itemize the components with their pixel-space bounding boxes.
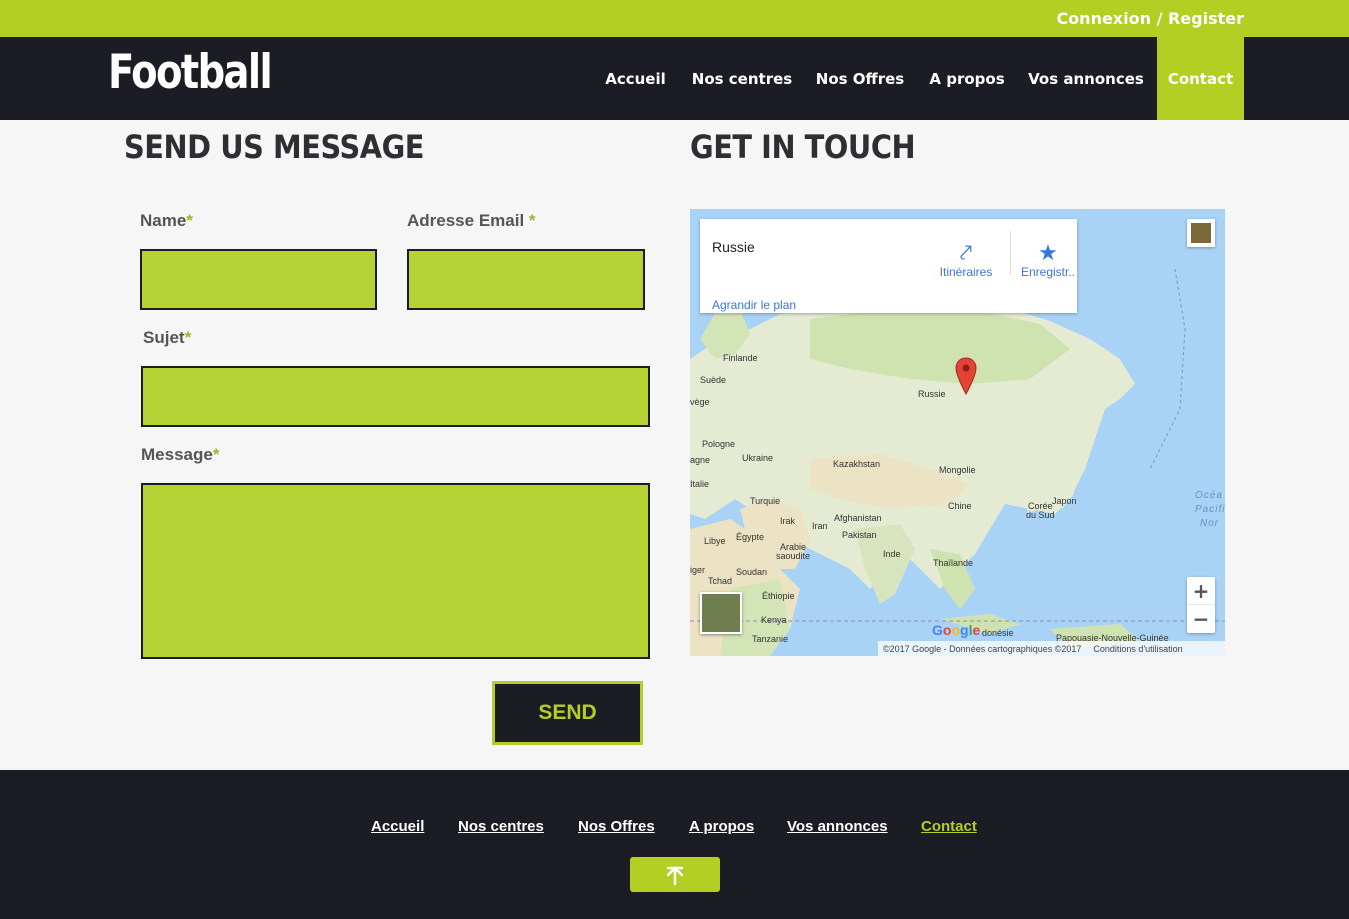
nav-item-vos-annonces[interactable]: Vos annonces [1024,37,1148,120]
map-label-thailande: Thaïlande [933,558,974,568]
map-label-russie: Russie [918,389,946,399]
map-label-suede: Suède [700,375,727,385]
map-label-iger: iger [690,565,706,575]
top-bar: Connexion / Register [0,0,1349,37]
map-label-afghanistan: Afghanistan [834,513,882,523]
message-textarea[interactable] [141,483,650,659]
map-label-italie: Italie [690,479,710,489]
login-register-link[interactable]: Connexion / Register [1056,9,1244,28]
map-label-ocean-3: Nor [1200,518,1220,529]
map-label-kazakhstan: Kazakhstan [833,459,881,469]
directions-icon: ⤤ [959,240,973,265]
map-label-coree: Corée du Sud [1026,501,1055,520]
nav-item-a-propos[interactable]: A propos [925,37,1009,120]
directions-button[interactable]: ⤤ Itinéraires [930,240,1002,280]
footer-link-accueil[interactable]: Accueil [371,818,424,835]
map-label-agne: agne [690,455,711,465]
back-to-top-button[interactable] [630,857,720,892]
map-label-pakistan: Pakistan [842,530,877,540]
nav-item-nos-offres[interactable]: Nos Offres [811,37,909,120]
site-logo[interactable]: Football [108,45,273,100]
google-map[interactable]: Finlande Suède vège Russie Pologne Ukrai… [690,209,1225,656]
map-label-finlande: Finlande [723,353,758,363]
map-label-ethiopie: Éthiopie [762,591,795,601]
map-label-tanzanie: Tanzanie [752,634,789,644]
main-navbar: Football Accueil Nos centres Nos Offres … [0,37,1349,120]
name-input[interactable] [140,249,377,310]
map-label-kenya: Kenya [761,615,787,625]
message-label: Message* [141,445,220,464]
arrow-up-icon [666,866,684,885]
map-attribution: ©2017 Google - Données cartographiques ©… [878,641,1225,656]
map-label-inde: Inde [883,549,901,559]
star-icon: ★ [1038,240,1058,265]
footer-link-nos-offres[interactable]: Nos Offres [578,818,655,835]
map-place-title: Russie [712,239,755,255]
map-label-egypte: Égypte [736,532,765,542]
name-label: Name* [140,211,193,230]
nav-item-nos-centres[interactable]: Nos centres [689,37,795,120]
nav-item-accueil[interactable]: Accueil [598,37,673,120]
zoom-out-button[interactable]: − [1187,605,1215,633]
satellite-toggle-thumbnail[interactable] [700,592,742,634]
footer-link-contact[interactable]: Contact [921,818,977,835]
street-view-thumbnail[interactable] [1187,219,1215,247]
map-label-ocean-2: Pacifi [1195,504,1225,515]
map-label-indonesie: donésie [982,628,1014,638]
nav-item-contact[interactable]: Contact [1157,37,1244,120]
map-label-arabie: Arabie saoudite [776,542,811,561]
map-label-ocean-1: Océa [1195,490,1223,501]
map-label-ukraine: Ukraine [742,453,774,463]
subject-input[interactable] [141,366,650,427]
map-label-libye: Libye [704,536,726,546]
map-info-card: Russie ⤤ Itinéraires ★ Enregistr.. Agran… [700,219,1077,313]
footer: Accueil Nos centres Nos Offres A propos … [0,770,1349,919]
map-marker-icon[interactable] [955,357,977,395]
form-section-title: SEND US MESSAGE [124,128,424,166]
google-logo: Google [932,622,981,638]
card-divider [1010,231,1011,275]
email-input[interactable] [407,249,645,310]
map-terms-link[interactable]: Conditions d'utilisation [1093,644,1182,654]
map-label-mongolie: Mongolie [939,465,976,475]
map-label-vege: vège [690,397,710,407]
map-label-pologne: Pologne [702,439,736,449]
send-button[interactable]: SEND [492,681,643,745]
save-place-button[interactable]: ★ Enregistr.. [1012,240,1084,280]
map-label-chine: Chine [948,501,972,511]
map-label-japon: Japon [1052,496,1077,506]
map-label-irak: Irak [780,516,796,526]
email-label: Adresse Email * [407,211,536,230]
map-label-iran: Iran [812,521,828,531]
footer-link-vos-annonces[interactable]: Vos annonces [787,818,888,835]
contact-section-title: GET IN TOUCH [690,128,916,166]
enlarge-map-link[interactable]: Agrandir le plan [712,298,796,312]
map-label-turquie: Turquie [750,496,781,506]
zoom-controls: + − [1187,577,1215,633]
subject-label: Sujet* [143,328,192,347]
footer-link-nos-centres[interactable]: Nos centres [458,818,544,835]
map-label-tchad: Tchad [708,576,733,586]
footer-link-a-propos[interactable]: A propos [689,818,754,835]
zoom-in-button[interactable]: + [1187,577,1215,605]
map-label-soudan: Soudan [736,567,768,577]
